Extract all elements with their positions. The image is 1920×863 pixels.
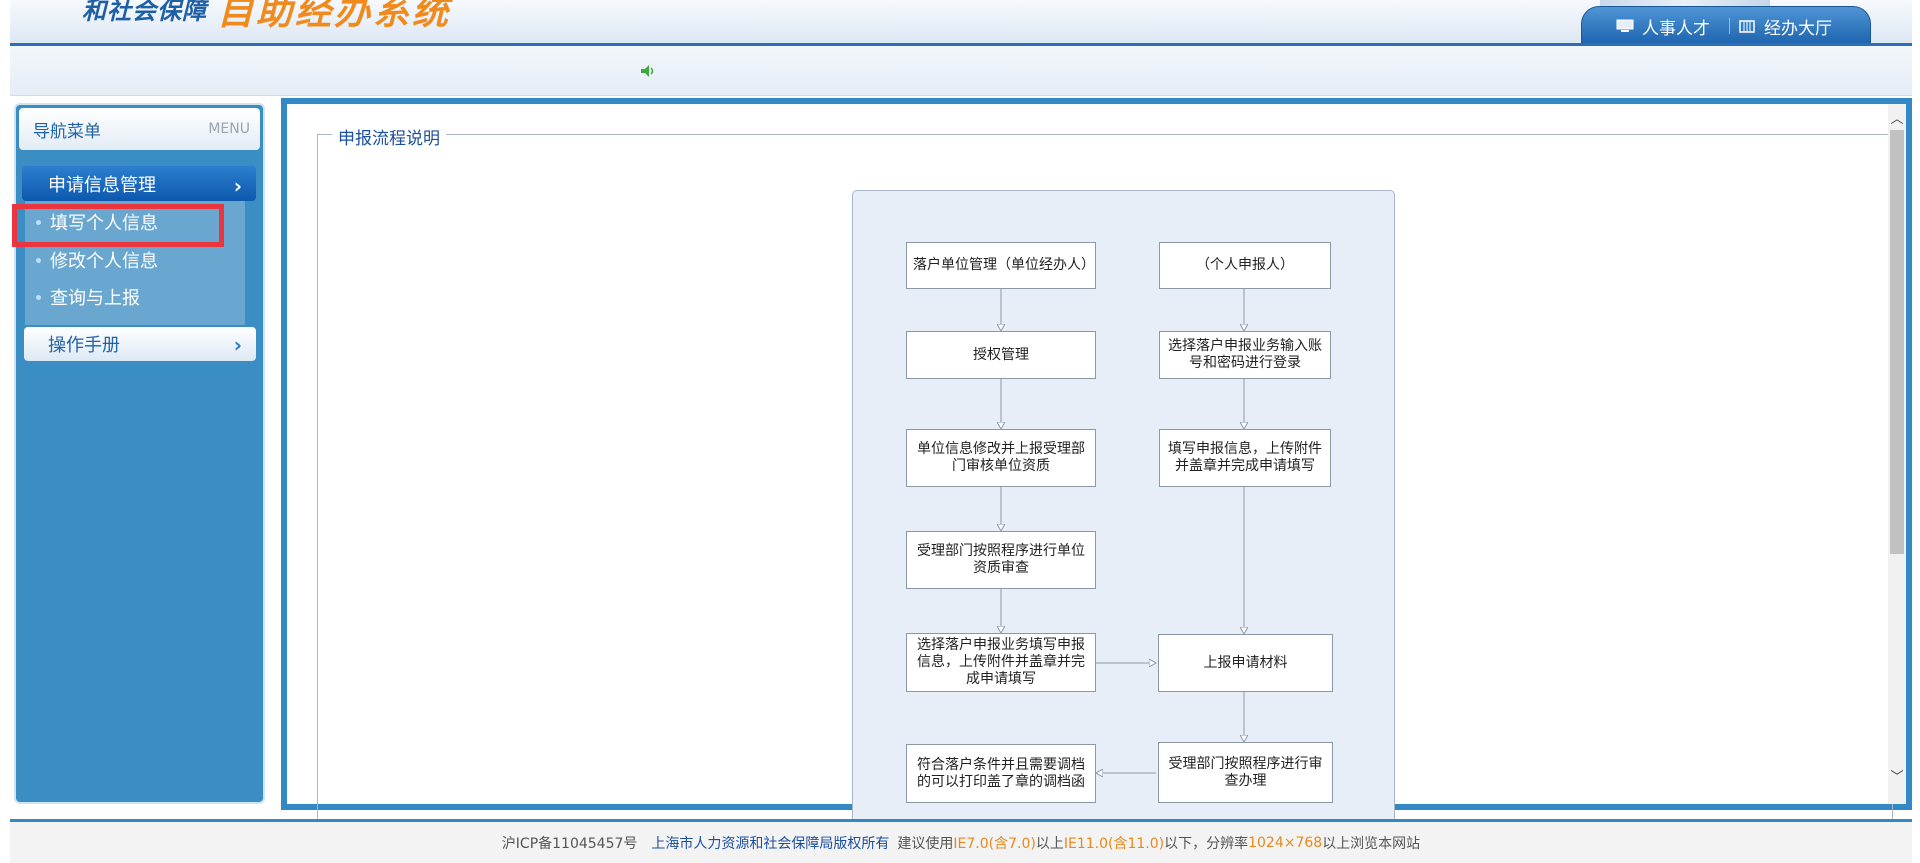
scroll-up-icon[interactable]: ︿: [1888, 106, 1906, 128]
fieldset-legend: 申报流程说明: [332, 124, 446, 149]
sidebar-item-label: 查询与上报: [50, 288, 140, 309]
monitor-icon: [1616, 19, 1634, 32]
sidebar-section-application-info[interactable]: 申请信息管理 ›: [22, 166, 256, 201]
scroll-down-icon[interactable]: ﹀: [1888, 764, 1906, 786]
flow-step-individual-fill: 填写申报信息，上传附件并盖章并完成申请填写: [1159, 429, 1331, 487]
tab-personnel-talent[interactable]: 人事人才: [1616, 15, 1710, 39]
sidebar: 导航菜单 MENU 申请信息管理 › 填写个人信息 修改个人信息 查询与上报 操…: [12, 103, 265, 804]
flow-step-review-process: 受理部门按照程序进行审查办理: [1158, 742, 1333, 803]
sidebar-item-query-submit[interactable]: 查询与上报: [36, 284, 140, 310]
footer-text-1: 建议使用: [897, 835, 954, 852]
flow-step-individual-applicant: （个人申报人）: [1159, 242, 1331, 289]
sidebar-menu-label: MENU: [208, 121, 250, 137]
main-content: 申报流程说明 落户单位管理（单位经办人） 授权管理 单位信息修改并上报受理部门审…: [281, 98, 1912, 834]
chevron-right-icon: ›: [233, 333, 242, 357]
footer-resolution: 1024×768: [1248, 834, 1323, 851]
sidebar-section-label: 操作手册: [48, 335, 120, 356]
logo-subtitle: 和社会保障: [82, 0, 207, 25]
footer-text-2: 以上: [1035, 835, 1064, 852]
bullet-icon: [36, 294, 41, 300]
footer: 沪ICP备11045457号 上海市人力资源和社会保障局版权所有 建议使用 IE…: [10, 819, 1912, 863]
flow-step-unit-manager: 落户单位管理（单位经办人）: [906, 242, 1096, 289]
icp-number: 沪ICP备11045457号: [501, 835, 638, 852]
header-tabs: 人事人才 经办大厅: [1581, 6, 1871, 43]
tab-divider: [1729, 18, 1730, 34]
copyright-link[interactable]: 上海市人力资源和社会保障局版权所有: [651, 833, 889, 853]
flow-diagram: 落户单位管理（单位经办人） 授权管理 单位信息修改并上报受理部门审核单位资质 受…: [852, 190, 1395, 830]
building-icon: [1739, 20, 1755, 33]
flow-step-print-transfer-letter: 符合落户条件并且需要调档的可以打印盖了章的调档函: [906, 744, 1096, 803]
sidebar-title: 导航菜单: [33, 121, 101, 142]
tab-service-hall-label: 经办大厅: [1764, 18, 1832, 39]
header: 和社会保障 自助经办系统 人事人才 经办大厅: [10, 0, 1912, 46]
highlight-box: [12, 204, 224, 247]
footer-text-4: 以上浏览本网站: [1322, 835, 1421, 852]
sidebar-header: 导航菜单 MENU: [19, 108, 260, 150]
flow-step-submit-materials: 上报申请材料: [1158, 634, 1333, 692]
sidebar-section-label: 申请信息管理: [48, 174, 156, 196]
flow-step-authorization: 授权管理: [906, 331, 1096, 379]
tab-personnel-talent-label: 人事人才: [1642, 18, 1710, 39]
footer-ie-high: IE11.0(含11.0): [1063, 835, 1165, 852]
tab-service-hall[interactable]: 经办大厅: [1738, 15, 1832, 39]
sidebar-item-edit-personal-info[interactable]: 修改个人信息: [36, 247, 158, 273]
vertical-scrollbar[interactable]: ︿ ﹀: [1888, 104, 1906, 804]
chevron-right-icon: ›: [233, 174, 242, 198]
bullet-icon: [36, 257, 41, 263]
sidebar-section-manual[interactable]: 操作手册 ›: [24, 327, 256, 361]
logo-title: 自助经办系统: [217, 0, 452, 33]
flow-step-individual-login: 选择落户申报业务输入账号和密码进行登录: [1159, 331, 1331, 379]
flow-step-unit-fill-application: 选择落户申报业务填写申报信息，上传附件并盖章并完成申请填写: [906, 633, 1096, 692]
speaker-icon[interactable]: [639, 63, 655, 79]
footer-text-3: 以下，分辨率: [1164, 835, 1249, 852]
flow-step-unit-review: 受理部门按照程序进行单位资质审查: [906, 531, 1096, 589]
notice-bar: [10, 46, 1912, 96]
sidebar-item-label: 修改个人信息: [50, 251, 158, 272]
scroll-thumb[interactable]: [1890, 130, 1904, 554]
process-fieldset: 申报流程说明 落户单位管理（单位经办人） 授权管理 单位信息修改并上报受理部门审…: [317, 124, 1893, 834]
footer-ie-low: IE7.0(含7.0): [953, 835, 1036, 852]
flow-step-unit-info-submit: 单位信息修改并上报受理部门审核单位资质: [906, 429, 1096, 487]
